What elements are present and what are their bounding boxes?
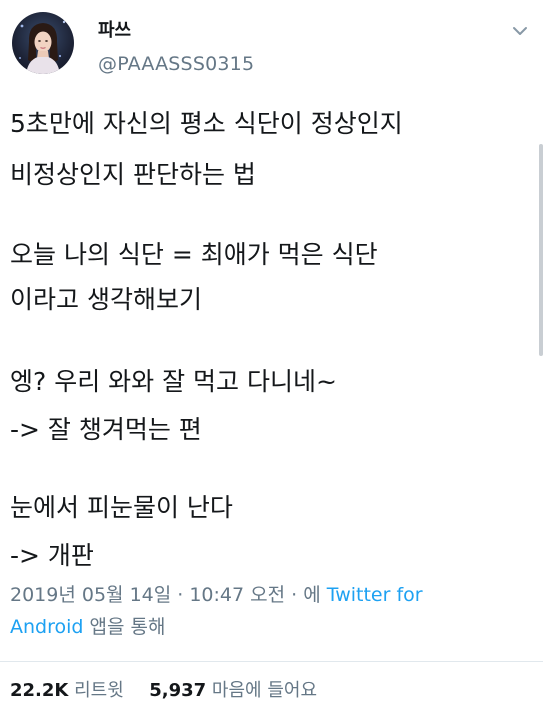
tweet-line: 5초만에 자신의 평소 식단이 정상인지 <box>10 109 403 138</box>
tweet-line: 오늘 나의 식단 = 최애가 먹은 식단 <box>10 240 378 269</box>
avatar-image <box>19 20 66 74</box>
divider <box>0 661 543 662</box>
tweet-meta-line2: Android 앱을 통해 <box>10 612 165 639</box>
retweet-label[interactable]: 리트윗 <box>74 680 124 701</box>
like-count[interactable]: 5,937 <box>149 680 206 701</box>
tweet-card: 파쓰 @PAAASSS0315 5초만에 자신의 평소 식단이 정상인지 비정상… <box>0 0 543 705</box>
like-label[interactable]: 마음에 들어요 <box>212 680 317 701</box>
user-handle[interactable]: @PAAASSS0315 <box>98 53 254 75</box>
source-link[interactable]: Twitter for <box>327 584 423 606</box>
tweet-line: -> 개판 <box>10 541 94 570</box>
display-name[interactable]: 파쓰 <box>98 16 131 42</box>
tweet-stats: 22.2K 리트윗 5,937 마음에 들어요 <box>10 676 317 702</box>
timestamp[interactable]: 2019년 05월 14일 · 10:47 오전 · 에 <box>10 584 321 606</box>
scrollbar[interactable] <box>539 144 543 356</box>
tweet-meta-line1: 2019년 05월 14일 · 10:47 오전 · 에 Twitter for <box>10 580 423 607</box>
tweet-line: 비정상인지 판단하는 법 <box>10 160 256 189</box>
source-suffix: 앱을 통해 <box>89 616 166 638</box>
source-link-cont[interactable]: Android <box>10 616 83 638</box>
tweet-line: -> 잘 챙겨먹는 편 <box>10 415 202 444</box>
tweet-line: 엥? 우리 와와 잘 먹고 다니네~ <box>10 367 337 396</box>
tweet-line: 눈에서 피눈물이 난다 <box>10 493 233 522</box>
avatar[interactable] <box>12 12 74 74</box>
chevron-down-icon[interactable] <box>511 24 529 38</box>
tweet-line: 이라고 생각해보기 <box>10 285 202 314</box>
retweet-count[interactable]: 22.2K <box>10 680 68 701</box>
